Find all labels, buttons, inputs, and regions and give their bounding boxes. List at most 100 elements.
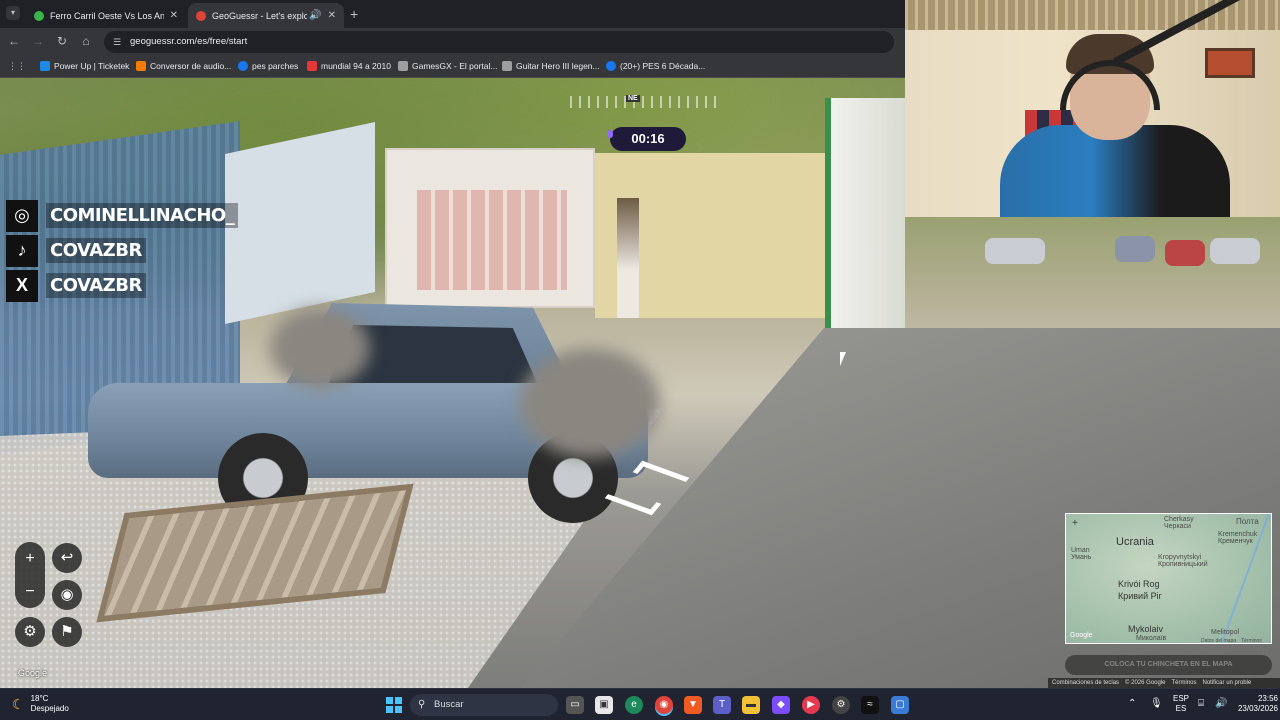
map-label: Krivói Rog — [1118, 579, 1160, 589]
facebook-icon — [238, 61, 248, 71]
zoom-in-button[interactable]: + — [15, 542, 45, 575]
windows-start-icon[interactable] — [386, 697, 402, 713]
bookmark-label: mundial 94 a 2010 — [321, 61, 391, 71]
home-icon[interactable]: ⌂ — [78, 34, 94, 48]
url-text: geoguessr.com/es/free/start — [130, 36, 248, 47]
bookmark-pes-parches[interactable]: pes parches — [238, 61, 298, 71]
keyboard-shortcuts-link[interactable]: Combinaciones de teclas — [1052, 680, 1119, 686]
settings-button[interactable]: ⚙ — [15, 617, 45, 647]
address-bar[interactable]: ☰ geoguessr.com/es/free/start — [104, 31, 894, 53]
windows-taskbar: ☾ 18°C Despejado ⚲ Buscar ▭ ▣ e ◉ ▼ T ▬ … — [0, 688, 1280, 720]
task-view-icon[interactable]: ▭ — [566, 696, 584, 714]
close-icon[interactable]: ✕ — [170, 10, 178, 21]
guess-button[interactable]: COLOCA TU CHINCHETA EN EL MAPA — [1065, 655, 1272, 675]
page-icon — [502, 61, 512, 71]
forward-arrow-icon[interactable] — [632, 460, 690, 490]
taskbar-search[interactable]: ⚲ Buscar — [410, 694, 558, 716]
x-icon: X — [6, 269, 38, 302]
bookmarks-bar: ⋮⋮ Power Up | Ticketek Conversor de audi… — [0, 56, 905, 78]
stream-app-icon[interactable]: ≈ — [861, 696, 879, 714]
brave-icon[interactable]: ▼ — [684, 696, 702, 714]
weather-temp: 18°C — [30, 694, 49, 703]
store-icon[interactable]: ▣ — [595, 696, 613, 714]
speaker-icon[interactable]: 🔊 — [309, 10, 321, 21]
new-tab-button[interactable]: + — [350, 6, 358, 22]
language-indicator[interactable]: ESP ES — [1170, 694, 1192, 714]
move-arrows[interactable] — [604, 460, 696, 520]
chrome-icon[interactable]: ◉ — [655, 696, 673, 714]
construction-billboard — [385, 148, 595, 308]
instagram-icon: ◎ — [6, 199, 38, 232]
file-explorer-icon[interactable]: ▬ — [742, 696, 760, 714]
map-data-link[interactable]: Datos del mapa — [1201, 638, 1236, 643]
facebook-icon — [606, 61, 616, 71]
maps-footer: Combinaciones de teclas © 2026 Google Té… — [1048, 678, 1280, 688]
tab-strip: ▾ Ferro Carril Oeste Vs Los Andes ✕ GeoG… — [0, 0, 905, 28]
map-label: Uman Умань — [1071, 547, 1092, 561]
site-info-icon[interactable]: ☰ — [113, 31, 121, 53]
apps-grid-icon[interactable]: ⋮⋮ — [8, 61, 26, 72]
compass-strip: NE — [570, 95, 720, 108]
tree-trunk — [617, 198, 639, 318]
globe-icon — [34, 10, 44, 21]
weather-desc: Despejado — [30, 704, 69, 713]
weather-widget[interactable]: ☾ 18°C Despejado — [12, 694, 69, 714]
tab-ferro[interactable]: Ferro Carril Oeste Vs Los Andes ✕ — [26, 3, 186, 28]
map-zoom-in-button[interactable]: + — [1072, 518, 1078, 529]
backward-arrow-icon[interactable] — [604, 486, 662, 516]
bookmark-ticketek[interactable]: Power Up | Ticketek — [40, 61, 129, 71]
steam-icon[interactable]: ⚙ — [832, 696, 850, 714]
terms-link[interactable]: Términos — [1172, 680, 1197, 686]
bookmark-gamesgx[interactable]: GamesGX - El portal... — [398, 61, 498, 71]
bookmark-mundial[interactable]: mundial 94 a 2010 — [307, 61, 391, 71]
forward-icon[interactable]: → — [30, 34, 46, 48]
undo-move-button[interactable]: ↩ — [52, 543, 82, 573]
network-icon[interactable]: ⌸ — [1198, 698, 1204, 709]
active-app-icon[interactable]: ▢ — [891, 696, 909, 714]
screen: ▾ Ferro Carril Oeste Vs Los Andes ✕ GeoG… — [0, 0, 1280, 720]
flag-button[interactable]: ⚑ — [52, 617, 82, 647]
report-problem-link[interactable]: Notificar un proble — [1203, 680, 1252, 686]
geoguessr-pin-icon — [196, 10, 206, 21]
tab-geoguessr[interactable]: GeoGuessr - Let's explore the world! 🔊 ✕ — [188, 3, 344, 28]
tray-overflow-icon[interactable]: ⌃ — [1128, 698, 1136, 709]
bookmark-pes6[interactable]: (20+) PES 6 Década... — [606, 61, 705, 71]
teams-icon[interactable]: T — [713, 696, 731, 714]
zoom-out-button[interactable]: − — [15, 575, 45, 608]
kiosk-building — [825, 98, 905, 328]
info-board — [225, 122, 375, 324]
media-app-icon[interactable]: ▶ — [802, 696, 820, 714]
bookmark-conversor[interactable]: Conversor de audio... — [136, 61, 231, 71]
social-handle: COVAZBR — [46, 238, 146, 263]
map-label: Melitopol — [1211, 629, 1240, 636]
edge-icon[interactable]: e — [625, 696, 643, 714]
tiktok-icon: ♪ — [6, 234, 38, 267]
blurred-region — [520, 348, 660, 458]
social-instagram: ◎ COMINELLINACHO_ — [6, 198, 239, 233]
bookmark-label: Conversor de audio... — [150, 61, 232, 71]
bookmark-icon — [40, 61, 50, 71]
bookmark-guitar-hero[interactable]: Guitar Hero III legen... — [502, 61, 600, 71]
tab-title: Ferro Carril Oeste Vs Los Andes — [50, 10, 164, 21]
map-label: Cherkasy Черкаси — [1164, 516, 1194, 530]
app-icon[interactable]: ◆ — [772, 696, 790, 714]
round-timer: 00:16 — [607, 127, 686, 151]
reload-icon[interactable]: ↻ — [54, 34, 70, 48]
map-google-logo: Google — [1070, 632, 1093, 639]
back-icon[interactable]: ← — [6, 34, 22, 48]
bookmark-label: (20+) PES 6 Década... — [620, 61, 706, 71]
map-label: Кривий Ріг — [1118, 591, 1162, 601]
close-icon[interactable]: ✕ — [328, 10, 336, 21]
microphone-icon[interactable]: 🎙 — [1150, 698, 1163, 709]
youtube-icon — [307, 61, 317, 71]
language-layout: ES — [1175, 704, 1187, 713]
tab-search-button[interactable]: ▾ — [6, 6, 20, 20]
webcam-overlay — [905, 0, 1280, 217]
volume-icon[interactable]: 🔊 — [1215, 698, 1227, 709]
clock[interactable]: 23:56 23/03/2026 — [1234, 694, 1278, 714]
guess-minimap[interactable]: Полта Cherkasy Черкаси Kremenchuk Кремен… — [1065, 513, 1272, 644]
map-terms-link[interactable]: Términos — [1241, 638, 1262, 643]
return-to-start-button[interactable]: ◉ — [52, 580, 82, 610]
moon-icon: ☾ — [12, 695, 25, 712]
map-label: Полта — [1236, 517, 1259, 526]
